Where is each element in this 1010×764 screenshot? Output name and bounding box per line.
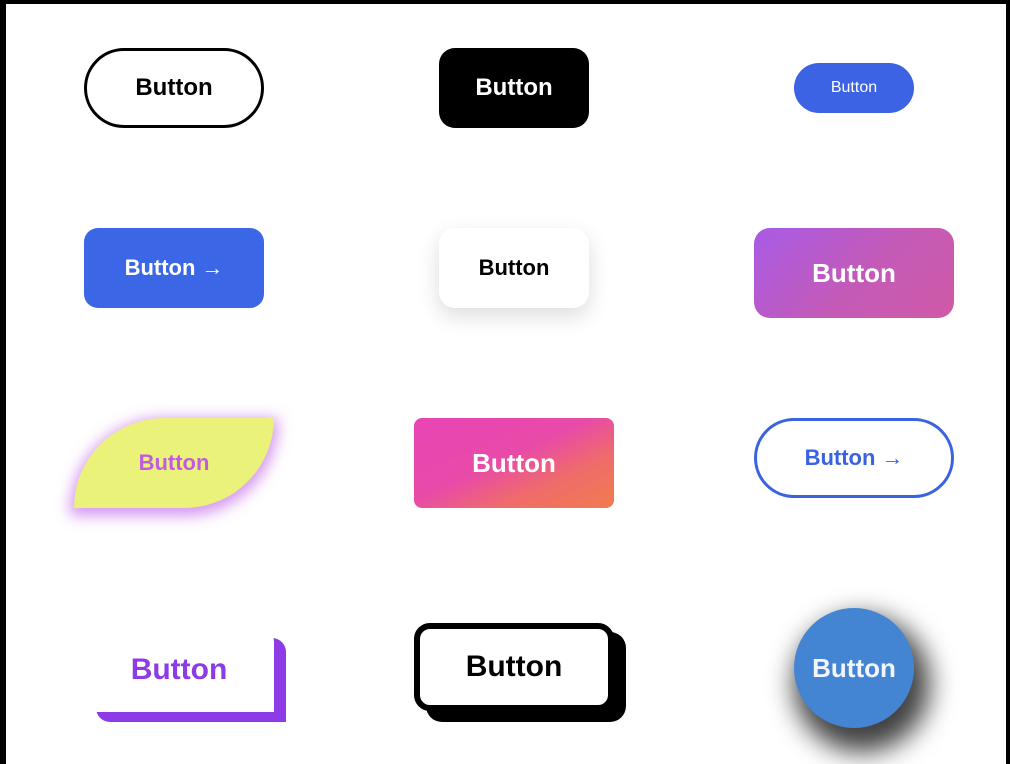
white-shadow-button[interactable]: Button [439,228,589,308]
arrow-right-icon: → [881,445,904,470]
black-rounded-button-label: Button [475,74,553,101]
showcase-frame: Button Button Button Button → Button But… [0,0,1010,764]
blue-outline-arrow-button-label: Button [804,445,876,470]
small-blue-pill-button[interactable]: Button [794,63,914,113]
blue-arrow-button-label: Button [124,255,196,280]
outline-pill-button[interactable]: Button [84,48,264,128]
blue-arrow-button[interactable]: Button → [84,228,264,308]
blue-circle-button-label: Button [812,652,896,683]
arrow-right-icon: → [201,255,224,280]
black-rounded-button[interactable]: Button [439,48,589,128]
pink-orange-gradient-button[interactable]: Button [414,418,614,508]
black-offset-outline-button[interactable]: Button [414,623,614,711]
blue-outline-arrow-button[interactable]: Button → [754,418,954,498]
white-shadow-button-label: Button [478,255,550,280]
yellow-leaf-button-label: Button [138,450,210,475]
purple-offset-shadow-button[interactable]: Button [84,628,274,712]
yellow-leaf-button[interactable]: Button [74,418,274,508]
black-offset-outline-button-label: Button [465,650,563,683]
blue-circle-button[interactable]: Button [794,608,914,728]
pink-orange-gradient-button-label: Button [472,447,556,478]
purple-offset-shadow-button-label: Button [130,653,228,686]
outline-pill-button-label: Button [135,74,213,101]
small-blue-pill-button-label: Button [830,79,878,96]
purple-gradient-button-label: Button [812,257,896,288]
purple-gradient-button[interactable]: Button [754,228,954,318]
